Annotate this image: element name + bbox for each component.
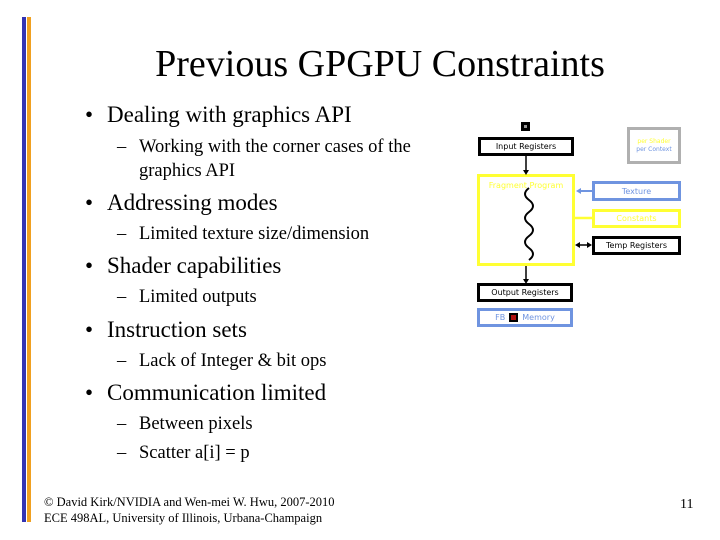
arrowhead <box>575 242 580 248</box>
arrowhead <box>523 170 529 175</box>
arrowhead <box>576 188 581 194</box>
arrowhead <box>523 279 529 284</box>
slide: Previous GPGPU Constraints • Dealing with… <box>0 0 720 540</box>
execution-squiggle <box>524 187 534 261</box>
arrowhead <box>587 242 592 248</box>
page-number: 11 <box>680 497 694 512</box>
footer-credit: © David Kirk/NVIDIA and Wen-mei W. Hwu, … <box>44 495 335 525</box>
diagram-connectors <box>523 156 592 284</box>
